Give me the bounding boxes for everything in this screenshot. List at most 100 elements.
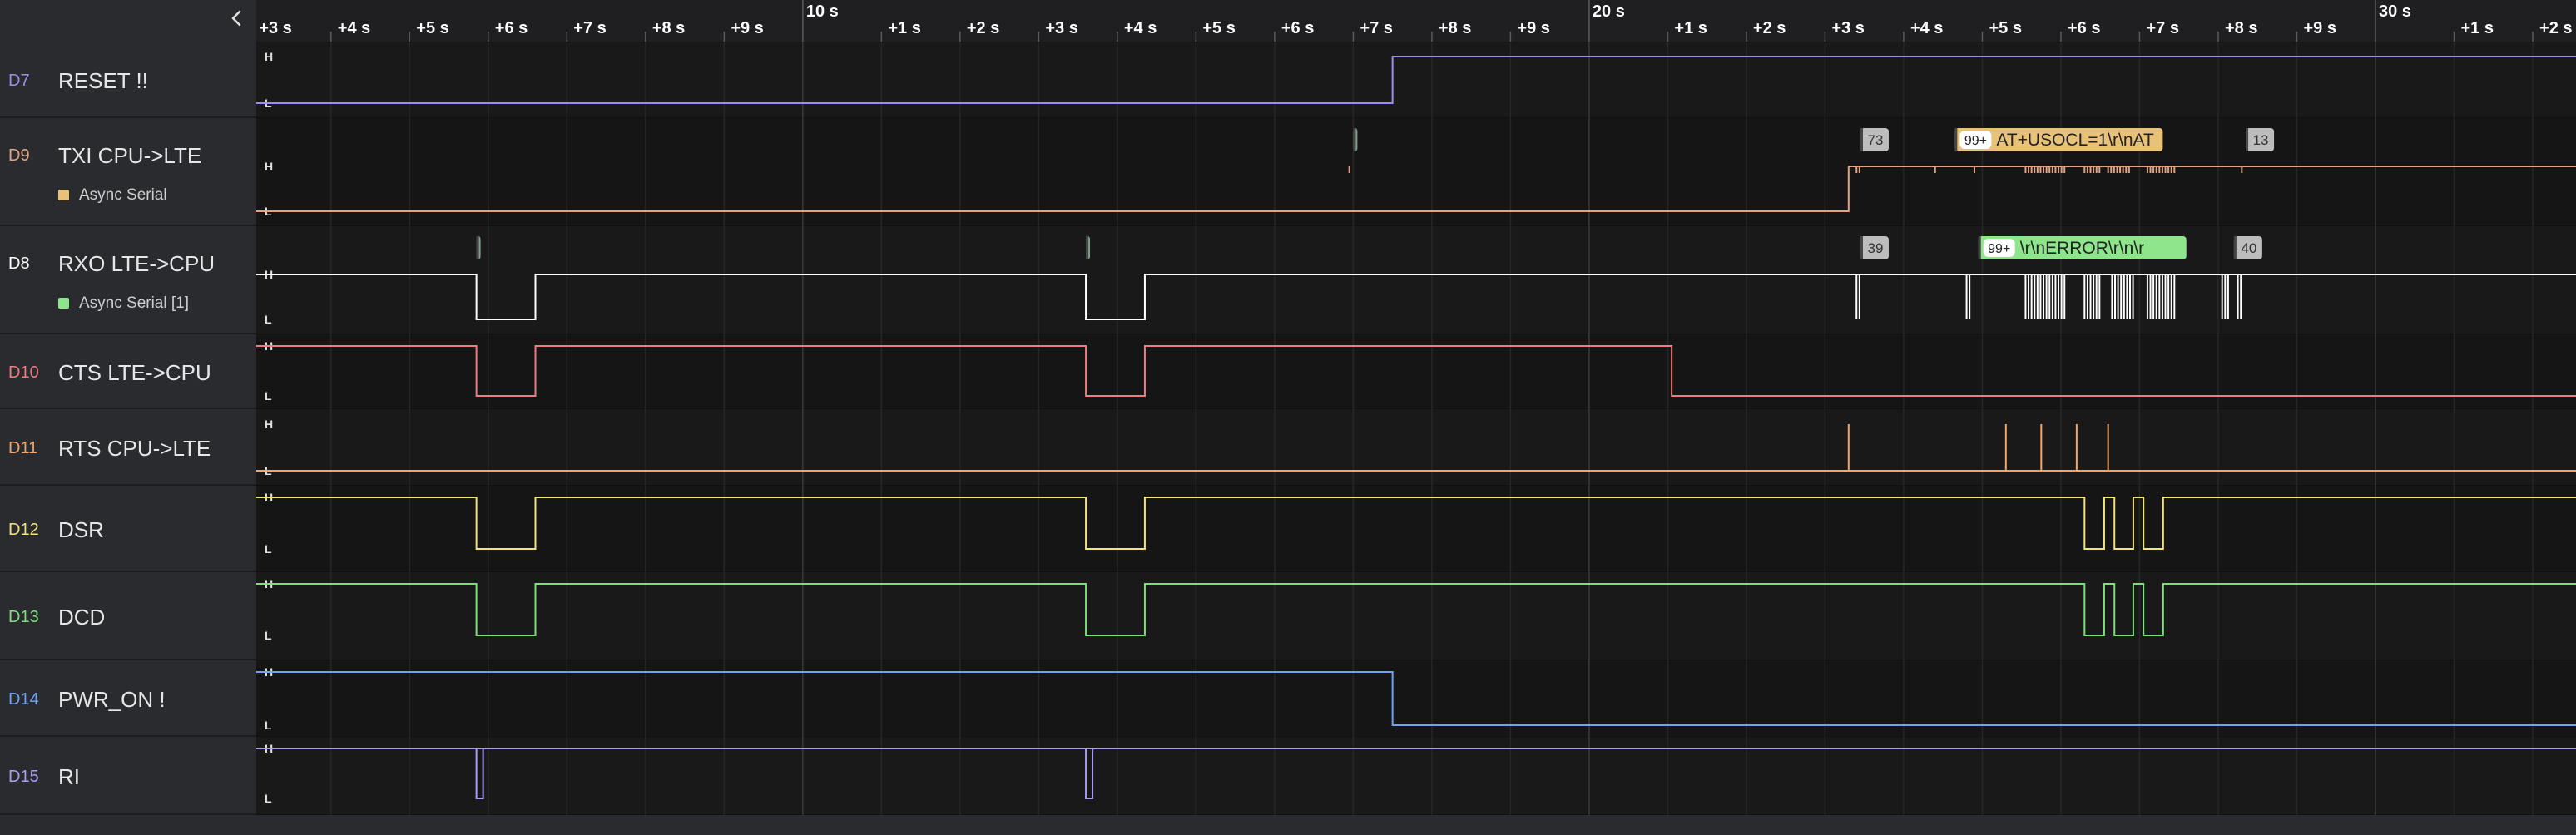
decode-count-badge: 99+ — [1964, 134, 1987, 148]
channel-name[interactable]: TXI CPU->LTE — [58, 143, 201, 169]
channel-id: D12 — [8, 521, 39, 539]
decoded-frame[interactable] — [1086, 236, 1091, 259]
channel-row-d9[interactable]: D9 TXI CPU->LTE Async Serial — [0, 118, 256, 226]
ruler-tick-label: +9 s — [1517, 19, 1549, 37]
waveform-canvas: HLHLHLHLHLHLHLHLHL73 99+ AT+USOCL=1\r\nAT 1… — [251, 42, 2576, 816]
ruler-tick-label: +4 s — [338, 19, 370, 37]
ruler-tick-label: +6 s — [495, 19, 528, 37]
level-low-label: L — [265, 629, 272, 642]
row-background — [256, 42, 2576, 118]
ruler-tick-label: 30 s — [2379, 2, 2411, 21]
analyzer-color-swatch — [58, 298, 69, 309]
decode-text: 40 — [2241, 240, 2256, 256]
decoded-frame[interactable]: 39 — [1860, 236, 1889, 259]
level-high-label: H — [265, 50, 273, 63]
ruler-tick-label: +3 s — [1045, 19, 1077, 37]
ruler-tick-label: +3 s — [259, 19, 291, 37]
analyzer-tag[interactable]: Async Serial — [58, 186, 167, 205]
waveform-area[interactable]: H L H L H L H L H L H L H L H L H L 73 99+ AT+USOCL=1\r\nAT 1… — [251, 42, 2576, 816]
channel-name[interactable]: RTS CPU->LTE — [58, 436, 211, 462]
decode-text: 73 — [1868, 132, 1884, 148]
ruler-tick-label: +5 s — [1202, 19, 1235, 37]
channel-row-d15[interactable]: D15 RI — [0, 737, 256, 815]
ruler-tick-label: +4 s — [1910, 19, 1943, 37]
channel-name[interactable]: RXO LTE->CPU — [58, 251, 215, 277]
decoded-frame[interactable] — [476, 236, 481, 259]
ruler-tick-label: +2 s — [967, 19, 999, 37]
level-low-label: L — [265, 792, 272, 805]
ruler-tick-label: +9 s — [2303, 19, 2336, 37]
channel-id: D7 — [8, 72, 30, 90]
ruler-tick-label: +2 s — [2539, 19, 2572, 37]
ruler-tick-label: +9 s — [731, 19, 763, 37]
time-ruler-svg: +3 s +4 s +5 s +6 s +7 s +8 s +9 s 10 s +1 s +2 s… — [251, 0, 2573, 42]
channel-name[interactable]: DCD — [58, 605, 105, 630]
channel-id: D9 — [8, 146, 30, 165]
horizontal-scrollbar[interactable] — [256, 815, 2576, 835]
channel-id: D8 — [8, 254, 30, 273]
ruler-tick-label: +3 s — [1831, 19, 1864, 37]
ruler-tick-label: +6 s — [2068, 19, 2100, 37]
decode-text: AT+USOCL=1\r\nAT — [1996, 131, 2154, 150]
channel-id: D13 — [8, 608, 39, 626]
row-background — [256, 572, 2576, 660]
decode-text: \r\nERROR\r\n\r — [2020, 239, 2144, 258]
channel-id: D11 — [8, 439, 38, 457]
channel-id: D15 — [8, 768, 39, 786]
decoded-frame[interactable]: 73 — [1860, 128, 1889, 151]
channel-name[interactable]: DSR — [58, 517, 104, 543]
channel-row-d12[interactable]: D12 DSR — [0, 486, 256, 572]
pulse-mark — [475, 749, 484, 799]
analyzer-color-swatch — [58, 190, 69, 200]
channel-row-d13[interactable]: D13 DCD — [0, 572, 256, 660]
ruler-tick-label: +7 s — [2146, 19, 2178, 37]
channel-row-d8[interactable]: D8 RXO LTE->CPU Async Serial [1] — [0, 226, 256, 334]
level-low-label: L — [265, 313, 272, 326]
ruler-tick-label: +7 s — [1360, 19, 1392, 37]
channel-row-d7[interactable]: D7 RESET !! — [0, 42, 256, 118]
analyzer-label: Async Serial — [79, 186, 167, 204]
row-background — [256, 118, 2576, 226]
analyzer-tag[interactable]: Async Serial [1] — [58, 294, 189, 313]
level-high-label: H — [265, 418, 273, 431]
ruler-tick-label: +5 s — [416, 19, 448, 37]
level-low-label: L — [265, 719, 272, 732]
channel-name[interactable]: PWR_ON ! — [58, 687, 166, 713]
ruler-tick-label: +8 s — [2225, 19, 2257, 37]
row-background — [256, 486, 2576, 572]
decoded-frame[interactable]: 40 — [2233, 236, 2262, 259]
time-ruler[interactable]: +3 s +4 s +5 s +6 s +7 s +8 s +9 s 10 s +1 s +2 s… — [251, 0, 2576, 42]
pulse-mark — [1085, 749, 1094, 799]
ruler-tick-label: 20 s — [1593, 2, 1625, 21]
ruler-tick-label: +7 s — [573, 19, 606, 37]
channel-row-d14[interactable]: D14 PWR_ON ! — [0, 660, 256, 737]
level-high-label: H — [265, 160, 273, 173]
level-low-label: L — [265, 389, 272, 403]
channel-name[interactable]: CTS LTE->CPU — [58, 360, 211, 386]
ruler-tick-label: +6 s — [1281, 19, 1314, 37]
decode-text: 39 — [1868, 240, 1884, 256]
ruler-tick-label: +1 s — [2461, 19, 2494, 37]
ruler-tick-label: +1 s — [888, 19, 920, 37]
ruler-tick-label: +4 s — [1124, 19, 1157, 37]
channel-sidebar: D7 RESET !! D9 TXI CPU->LTE Async Serial D8 RX… — [0, 0, 256, 835]
decoded-frame[interactable]: 99+ \r\nERROR\r\n\r — [1978, 236, 2187, 259]
decode-count-badge: 99+ — [1988, 242, 2010, 256]
ruler-tick-label: +1 s — [1674, 19, 1707, 37]
decoded-frame[interactable]: 99+ AT+USOCL=1\r\nAT — [1954, 128, 2163, 151]
channel-row-d10[interactable]: D10 CTS LTE->CPU — [0, 334, 256, 409]
sidebar-header — [0, 0, 256, 42]
ruler-tick-label: +5 s — [1989, 19, 2021, 37]
analyzer-label: Async Serial [1] — [79, 294, 189, 312]
channel-id: D10 — [8, 363, 39, 382]
ruler-tick-label: +8 s — [652, 19, 685, 37]
ruler-tick-label: +2 s — [1753, 19, 1786, 37]
channel-name[interactable]: RESET !! — [58, 68, 148, 94]
decoded-frame[interactable]: 13 — [2246, 128, 2275, 151]
level-low-label: L — [265, 542, 272, 556]
decoded-frame[interactable] — [1353, 128, 1358, 151]
channel-row-d11[interactable]: D11 RTS CPU->LTE — [0, 409, 256, 486]
channel-id: D14 — [8, 690, 39, 709]
channel-name[interactable]: RI — [58, 764, 80, 790]
chevron-left-icon[interactable] — [221, 3, 251, 33]
